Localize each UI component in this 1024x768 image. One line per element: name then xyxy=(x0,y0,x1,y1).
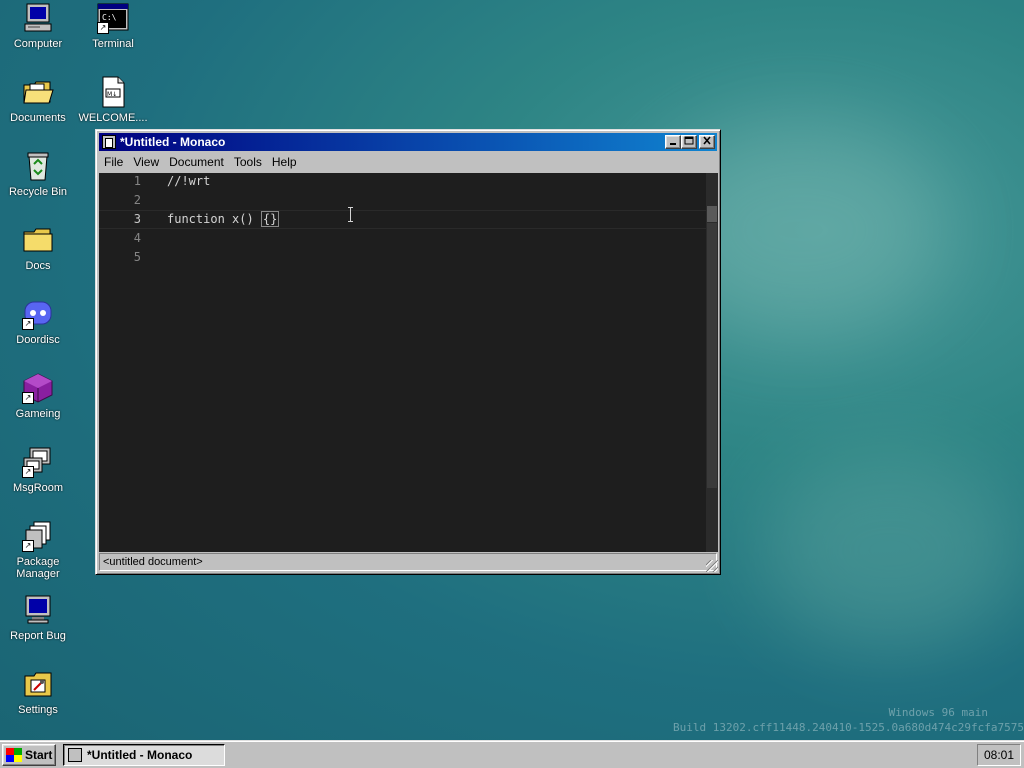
markdown-file-icon: M↓ xyxy=(97,76,129,108)
menu-tools[interactable]: Tools xyxy=(229,155,267,169)
start-label: Start xyxy=(25,748,53,762)
desktop-icon-computer[interactable]: Computer xyxy=(1,2,75,50)
editor-line: 1 //!wrt xyxy=(99,173,706,192)
scrollbar-track[interactable] xyxy=(707,223,717,488)
line-code-text: function x() xyxy=(167,212,261,226)
recycle-bin-icon xyxy=(22,150,54,182)
shortcut-arrow-icon: ↗ xyxy=(22,540,34,552)
scrollbar-thumb[interactable] xyxy=(707,206,717,222)
desktop-icon-label: WELCOME.... xyxy=(78,112,148,124)
line-number: 3 xyxy=(133,212,141,226)
desktop-icon-documents[interactable]: Documents xyxy=(1,76,75,124)
desktop-icon-gameing[interactable]: ↗ Gameing xyxy=(1,372,75,420)
ibeam-cursor-icon xyxy=(348,207,353,222)
line-number: 5 xyxy=(133,250,141,264)
wallpaper-highlight xyxy=(760,450,1020,650)
monitor-icon xyxy=(22,594,54,626)
editor-line: 2 xyxy=(99,192,706,211)
editor-line: 4 xyxy=(99,230,706,249)
monaco-window: *Untitled - Monaco File View Document To… xyxy=(95,129,721,575)
maximize-button[interactable] xyxy=(681,135,697,149)
desktop-icon-label: Package Manager xyxy=(16,556,60,580)
desktop-icon-label: Gameing xyxy=(15,408,61,420)
msgroom-icon: ↗ xyxy=(22,446,54,478)
menu-help[interactable]: Help xyxy=(267,155,302,169)
status-bar: <untitled document> xyxy=(99,553,717,571)
minimize-button[interactable] xyxy=(665,135,681,149)
notepad-icon xyxy=(68,748,82,762)
desktop-icon-report-bug[interactable]: Report Bug xyxy=(1,594,75,642)
shortcut-arrow-icon: ↗ xyxy=(97,22,109,34)
line-code: //!wrt xyxy=(167,174,211,188)
status-document-name: <untitled document> xyxy=(99,553,717,571)
desktop-icon-terminal[interactable]: C:\ ↗ Terminal xyxy=(76,2,150,50)
system-clock: 08:01 xyxy=(977,744,1021,766)
settings-icon xyxy=(22,668,54,700)
menu-bar: File View Document Tools Help xyxy=(99,152,717,172)
code-editor[interactable]: 1 //!wrt 2 3 function x() {} 4 5 xyxy=(99,173,706,552)
desktop-icon-label: Docs xyxy=(25,260,51,272)
taskbar: Start *Untitled - Monaco 08:01 xyxy=(0,740,1024,768)
desktop-icon-label: Computer xyxy=(13,38,63,50)
desktop-icon-welcome[interactable]: M↓ WELCOME.... xyxy=(76,76,150,124)
desktop-icon-docs[interactable]: Docs xyxy=(1,224,75,272)
build-watermark-line1: Windows 96 main xyxy=(888,706,988,719)
package-icon: ↗ xyxy=(22,520,54,552)
menu-file[interactable]: File xyxy=(99,155,128,169)
build-watermark-line2: Build 13202.cff11448.240410-1525.0a680d4… xyxy=(673,721,1024,734)
desktop-icon-settings[interactable]: Settings xyxy=(1,668,75,716)
cube-icon: ↗ xyxy=(22,372,54,404)
close-button[interactable] xyxy=(699,135,715,149)
resize-grip-icon[interactable] xyxy=(706,560,718,572)
desktop-icon-label: Doordisc xyxy=(16,334,60,346)
line-code: function x() {} xyxy=(167,211,280,227)
taskbar-item-monaco[interactable]: *Untitled - Monaco xyxy=(63,744,225,766)
line-number: 2 xyxy=(133,193,141,207)
computer-icon xyxy=(22,2,54,34)
svg-text:C:\: C:\ xyxy=(102,13,117,22)
desktop-icon-msgroom[interactable]: ↗ MsgRoom xyxy=(1,446,75,494)
shortcut-arrow-icon: ↗ xyxy=(22,392,34,404)
svg-text:M↓: M↓ xyxy=(107,91,117,98)
line-number: 1 xyxy=(133,174,141,188)
desktop-icon-doordisc[interactable]: ↗ Doordisc xyxy=(1,298,75,346)
desktop-icon-label: Report Bug xyxy=(10,630,66,642)
taskbar-item-label: *Untitled - Monaco xyxy=(87,748,193,762)
desktop-icon-recycle-bin[interactable]: Recycle Bin xyxy=(1,150,75,198)
bracket-match-highlight: {} xyxy=(260,211,280,227)
desktop-icon-label: MsgRoom xyxy=(12,482,64,494)
folder-open-icon xyxy=(22,76,54,108)
shortcut-arrow-icon: ↗ xyxy=(22,466,34,478)
window-titlebar[interactable]: *Untitled - Monaco xyxy=(99,133,717,151)
shortcut-arrow-icon: ↗ xyxy=(22,318,34,330)
menu-document[interactable]: Document xyxy=(164,155,229,169)
desktop-icon-label: Terminal xyxy=(92,38,134,50)
editor-line-current: 3 function x() {} xyxy=(99,210,706,229)
desktop-icon-label: Recycle Bin xyxy=(8,186,68,198)
window-title: *Untitled - Monaco xyxy=(120,135,226,149)
notepad-icon xyxy=(102,135,116,149)
line-number: 4 xyxy=(133,231,141,245)
windows-logo-icon xyxy=(6,748,22,762)
desktop-icon-package-manager[interactable]: ↗ Package Manager xyxy=(1,520,75,580)
menu-view[interactable]: View xyxy=(128,155,164,169)
desktop-icon-label: Documents xyxy=(10,112,66,124)
doordisc-icon: ↗ xyxy=(22,298,54,330)
editor-line: 5 xyxy=(99,249,706,268)
desktop-icon-label: Settings xyxy=(18,704,58,716)
folder-icon xyxy=(22,224,54,256)
vertical-scrollbar[interactable] xyxy=(706,173,718,552)
terminal-icon: C:\ ↗ xyxy=(97,2,129,34)
start-button[interactable]: Start xyxy=(2,744,56,766)
